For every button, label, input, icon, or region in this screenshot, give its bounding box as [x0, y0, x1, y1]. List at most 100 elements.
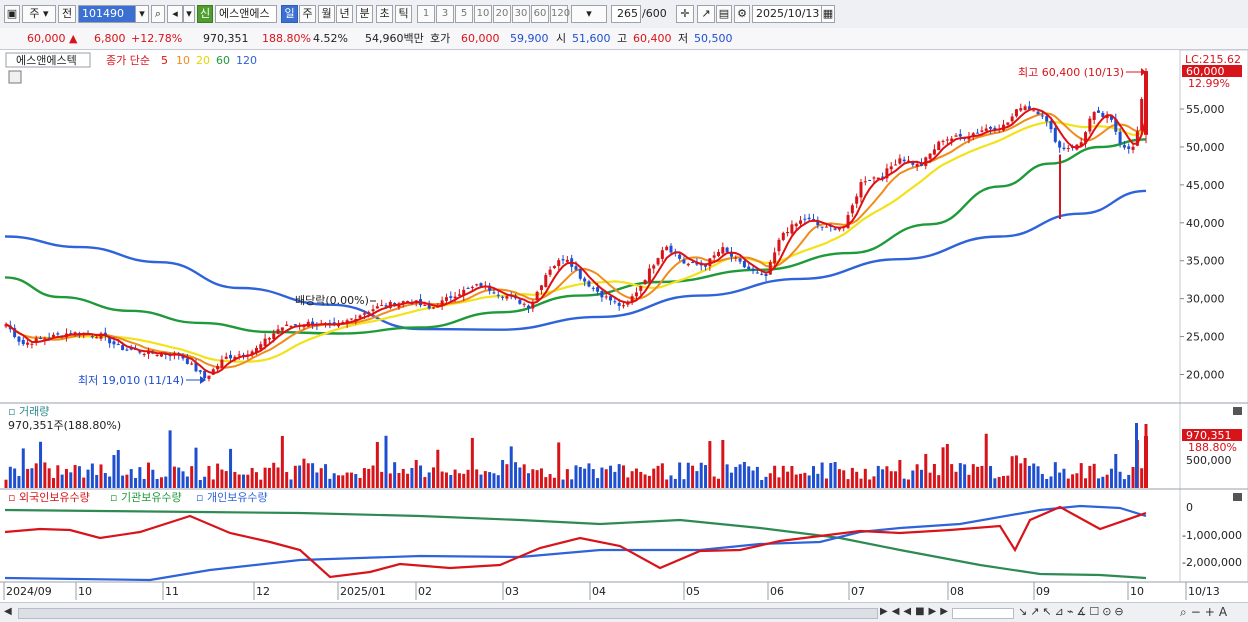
bid-price: 59,900: [510, 32, 549, 45]
interval-60-button[interactable]: 60: [531, 5, 549, 23]
date-input[interactable]: 2025/10/13: [752, 5, 822, 23]
volume-bar: [786, 471, 790, 488]
period-4-button[interactable]: 분: [356, 5, 373, 23]
period-5-button[interactable]: 초: [376, 5, 393, 23]
candle-body: [669, 245, 673, 253]
candle-body: [760, 273, 764, 275]
count-input[interactable]: 265: [611, 5, 641, 23]
holder-close-icon[interactable]: [1233, 493, 1242, 501]
crosshair-icon[interactable]: ✛: [676, 5, 694, 23]
chart-area[interactable]: 에스앤에스텍 종가 단순 5 10 20 60 120 LC:215.62 60…: [0, 49, 1248, 602]
period-0-button[interactable]: 일: [281, 5, 298, 23]
volume-bar: [362, 468, 366, 488]
scroll-left-icon[interactable]: ◀: [4, 606, 12, 617]
volume-bar: [26, 468, 30, 488]
market-select[interactable]: 주 ▾: [22, 5, 56, 23]
interval-3-button[interactable]: 3: [436, 5, 454, 23]
playback-controls[interactable]: ▶◀◀■▶▶: [880, 606, 952, 617]
candle-body: [647, 268, 651, 282]
candle-body: [833, 228, 837, 230]
open-price: 51,600: [572, 32, 611, 45]
candle-body: [742, 261, 746, 268]
volume-bar: [548, 474, 552, 488]
zoom-icons[interactable]: ⌕−+A: [1180, 605, 1231, 620]
calendar-icon[interactable]: ▦: [821, 5, 835, 23]
trade-amount: 54,960백만: [365, 32, 424, 45]
candle-body: [1036, 111, 1040, 115]
volume-bar: [583, 468, 587, 488]
volume-bar: [82, 477, 86, 488]
period-2-button[interactable]: 월: [318, 5, 335, 23]
candle-body: [362, 313, 366, 315]
volume-bar: [462, 473, 466, 488]
save-icon[interactable]: ▤: [716, 5, 732, 23]
interval-120-button[interactable]: 120: [550, 5, 570, 23]
volume-bar: [77, 466, 81, 488]
candle-body: [725, 247, 729, 252]
search-icon[interactable]: ⌕: [151, 5, 165, 23]
speaker-dropdown-icon[interactable]: ▾: [183, 5, 195, 23]
candle-body: [898, 158, 902, 164]
candle-body: [1049, 121, 1053, 130]
interval-30-button[interactable]: 30: [512, 5, 530, 23]
x-axis-label-8: 05: [686, 585, 700, 598]
drawing-tool-icons[interactable]: ↘↗↖⊿⌁∡☐⊙⊖: [1018, 605, 1127, 618]
draw-icon[interactable]: ↗: [697, 5, 715, 23]
interval-dropdown[interactable]: ▾: [571, 5, 607, 23]
volume-bar: [1122, 479, 1126, 488]
speaker-icon[interactable]: ◂: [167, 5, 183, 23]
volume-close-icon[interactable]: [1233, 407, 1242, 415]
new-badge[interactable]: 신: [197, 5, 213, 23]
volume-bar: [669, 475, 673, 488]
candle-body: [764, 273, 768, 277]
volume-bar: [138, 467, 142, 488]
volume-value-label: 970,351주(188.80%): [8, 419, 121, 432]
interval-5-button[interactable]: 5: [455, 5, 473, 23]
period-3-button[interactable]: 년: [336, 5, 353, 23]
volume-bar: [751, 470, 755, 488]
code-dropdown-icon[interactable]: ▾: [135, 5, 149, 23]
x-axis-label-10: 07: [851, 585, 865, 598]
volume-bar: [704, 465, 708, 488]
period-6-button[interactable]: 틱: [395, 5, 412, 23]
volume-bar: [1079, 463, 1083, 488]
prev-button[interactable]: 전: [58, 5, 76, 23]
scroll-track[interactable]: [18, 608, 878, 619]
volume-bar: [958, 463, 962, 488]
candle-body: [591, 287, 595, 289]
gear-icon[interactable]: ⚙: [734, 5, 750, 23]
interval-1-button[interactable]: 1: [417, 5, 435, 23]
volume-bar: [298, 465, 302, 488]
candle-body: [565, 259, 569, 262]
interval-10-button[interactable]: 10: [474, 5, 492, 23]
volume-bar: [945, 444, 949, 488]
current-price: 60,000 ▲: [27, 31, 77, 47]
volume-bar: [855, 471, 859, 488]
volume-bar: [570, 479, 574, 488]
volume-bar: [816, 473, 820, 488]
candle-body: [583, 278, 587, 282]
volume-bar: [678, 462, 682, 488]
volume-bar: [289, 479, 293, 488]
volume-bar: [306, 463, 310, 488]
window-icon[interactable]: ▣: [4, 5, 20, 23]
interval-20-button[interactable]: 20: [493, 5, 511, 23]
candle-body: [889, 166, 893, 170]
stock-code-input[interactable]: 101490: [78, 5, 136, 23]
candle-body: [734, 257, 738, 259]
candle-body: [578, 268, 582, 279]
volume-bar: [185, 476, 189, 488]
volume-bar: [358, 477, 362, 488]
table-icon[interactable]: [8, 70, 22, 84]
volume-bar: [932, 463, 936, 488]
candle-body: [190, 363, 194, 365]
volume-bar: [1092, 463, 1096, 488]
volume-bar: [466, 469, 470, 488]
candle-body: [116, 344, 120, 346]
candle-body: [17, 336, 21, 342]
period-1-button[interactable]: 주: [299, 5, 316, 23]
zoom-slider[interactable]: [952, 608, 1014, 619]
price-y-tick-0: 55,000: [1186, 103, 1225, 116]
ask-price: 60,000: [461, 32, 500, 45]
x-axis-label-14: 10/13: [1188, 585, 1220, 598]
